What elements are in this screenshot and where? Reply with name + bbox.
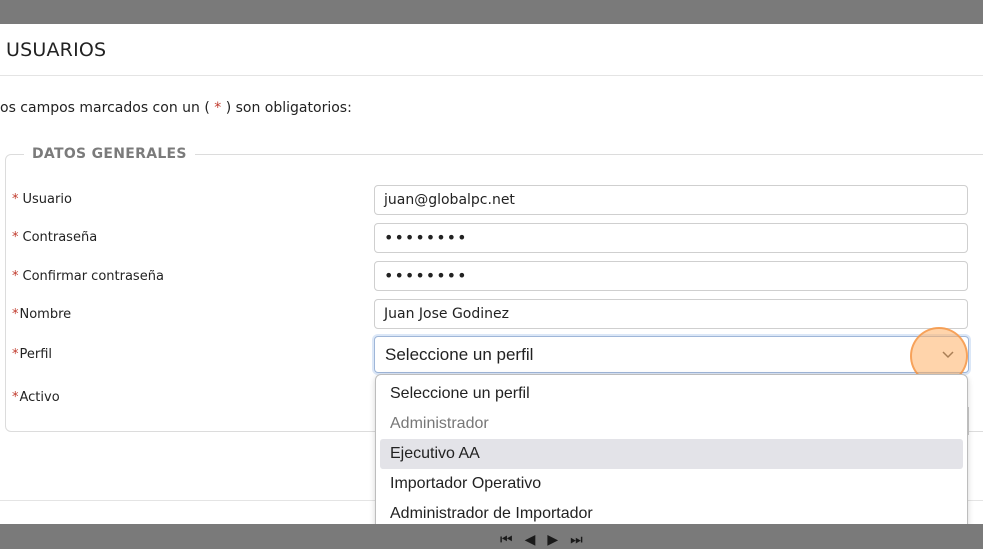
password-input[interactable]: •••••••• [374, 223, 968, 253]
perfil-option[interactable]: Seleccione un perfil [380, 379, 963, 409]
required-mark: * [12, 192, 19, 207]
pager: ⏮ ◀ ▶ ⏭ [500, 531, 583, 549]
required-mark: * [12, 347, 19, 362]
bottom-bar [0, 524, 983, 549]
first-page-icon[interactable]: ⏮ [500, 531, 513, 549]
top-bar [0, 0, 983, 23]
required-mark: * [12, 307, 19, 322]
required-mark: * [12, 269, 19, 284]
nombre-label: *Nombre [12, 307, 72, 322]
page-title: USUARIOS [6, 39, 107, 61]
required-mark: * [12, 390, 19, 405]
perfil-dropdown-list[interactable]: Seleccione un perfil Administrador Ejecu… [375, 374, 968, 531]
section-legend: DATOS GENERALES [32, 146, 187, 162]
perfil-option: Administrador [390, 415, 489, 432]
confirm-password-label: * Confirmar contraseña [12, 269, 164, 284]
nombre-input[interactable]: Juan Jose Godinez [374, 299, 968, 329]
perfil-selected-value: Seleccione un perfil [385, 345, 534, 364]
required-mark: * [12, 230, 19, 245]
perfil-option[interactable]: Ejecutivo AA [380, 439, 963, 469]
contrasena-label: * Contraseña [12, 230, 98, 245]
prev-page-icon[interactable]: ◀ [525, 531, 536, 549]
activo-label: *Activo [12, 390, 60, 405]
perfil-option[interactable]: Importador Operativo [380, 469, 963, 499]
activo-control-edge [968, 407, 969, 435]
next-page-icon[interactable]: ▶ [547, 531, 558, 549]
usuario-label: * Usuario [12, 192, 72, 207]
divider [0, 75, 983, 76]
required-fields-note: os campos marcados con un ( * ) son obli… [0, 100, 352, 116]
perfil-label: *Perfil [12, 347, 53, 362]
usuario-input[interactable]: juan@globalpc.net [374, 185, 968, 215]
last-page-icon[interactable]: ⏭ [570, 531, 583, 549]
confirm-password-input[interactable]: •••••••• [374, 261, 968, 291]
perfil-select[interactable]: Seleccione un perfil [374, 336, 969, 373]
